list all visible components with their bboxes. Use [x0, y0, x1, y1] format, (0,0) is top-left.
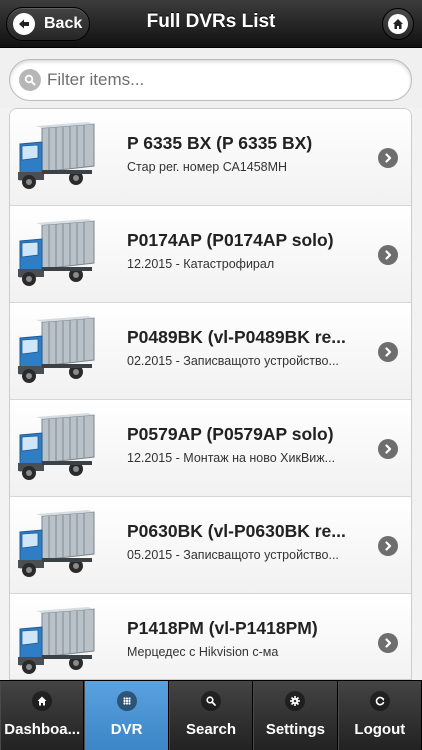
- home-button[interactable]: [382, 8, 414, 40]
- item-subtitle: 12.2015 - Катастрофирал: [127, 257, 275, 271]
- back-button[interactable]: Back: [6, 7, 90, 41]
- item-title: P0579AP (P0579AP solo): [127, 424, 334, 444]
- home-icon: [388, 14, 408, 34]
- item-title: P0489BK (vl-P0489BK re...: [127, 327, 346, 347]
- nav-tab-label: DVR: [110, 721, 143, 738]
- nav-tab-logout[interactable]: Logout: [337, 681, 422, 750]
- gear-icon: [285, 691, 306, 711]
- truck-icon: [16, 219, 96, 289]
- truck-icon: [16, 413, 96, 483]
- nav-tab-label: Settings: [265, 721, 326, 738]
- truck-icon: [16, 316, 96, 386]
- nav-tab-search[interactable]: Search: [168, 681, 254, 750]
- chevron-right-icon: [378, 633, 398, 653]
- dvr-list: P 6335 BX (P 6335 BX) Стар рег. номер СА…: [9, 108, 412, 680]
- back-arrow-icon: [13, 13, 35, 35]
- nav-tab-dvr[interactable]: DVR: [84, 681, 169, 750]
- chevron-right-icon: [378, 148, 398, 168]
- header-bar: Full DVRs List Back: [0, 0, 422, 48]
- search-icon: [19, 69, 41, 91]
- filter-input[interactable]: [47, 70, 377, 90]
- list-item[interactable]: P 6335 BX (P 6335 BX) Стар рег. номер СА…: [10, 109, 411, 206]
- truck-icon: [16, 510, 96, 580]
- item-title: P1418PM (vl-P1418PM): [127, 618, 318, 638]
- list-item[interactable]: P0174AP (P0174AP solo) 12.2015 - Катастр…: [10, 206, 411, 303]
- item-title: P 6335 BX (P 6335 BX): [127, 133, 313, 153]
- bottom-nav-bar: Dashboa... DVR Search Settings Logout: [0, 680, 422, 750]
- item-subtitle: Стар рег. номер СА1458МН: [127, 160, 288, 174]
- chevron-right-icon: [378, 439, 398, 459]
- filter-field[interactable]: [9, 59, 412, 101]
- item-subtitle: 05.2015 - Записващото устройство...: [127, 548, 339, 562]
- list-item[interactable]: P0579AP (P0579AP solo) 12.2015 - Монтаж …: [10, 400, 411, 497]
- list-item[interactable]: P1418PM (vl-P1418PM) Мерцедес с Hikvisio…: [10, 594, 411, 679]
- truck-icon: [16, 122, 96, 192]
- nav-tab-label: Logout: [354, 721, 406, 738]
- list-item[interactable]: P0489BK (vl-P0489BK re... 02.2015 - Запи…: [10, 303, 411, 400]
- back-button-label: Back: [44, 15, 83, 32]
- nav-tab-dashboa[interactable]: Dashboa...: [0, 681, 85, 750]
- item-title: P0174AP (P0174AP solo): [127, 230, 334, 250]
- nav-tab-label: Dashboa...: [4, 721, 81, 738]
- chevron-right-icon: [378, 536, 398, 556]
- nav-tab-settings[interactable]: Settings: [253, 681, 338, 750]
- item-title: P0630BK (vl-P0630BK re...: [127, 521, 346, 541]
- item-subtitle: Мерцедес с Hikvision с-ма: [127, 645, 279, 659]
- truck-icon: [16, 607, 96, 677]
- grid-icon: [116, 691, 137, 711]
- search-icon: [201, 691, 222, 711]
- item-subtitle: 12.2015 - Монтаж на ново ХикВиж...: [127, 451, 336, 465]
- home-icon: [32, 691, 53, 711]
- list-item[interactable]: P0630BK (vl-P0630BK re... 05.2015 - Запи…: [10, 497, 411, 594]
- filter-bar: [0, 48, 422, 108]
- refresh-icon: [369, 691, 390, 711]
- chevron-right-icon: [378, 342, 398, 362]
- item-subtitle: 02.2015 - Записващото устройство...: [127, 354, 339, 368]
- chevron-right-icon: [378, 245, 398, 265]
- nav-tab-label: Search: [185, 721, 237, 738]
